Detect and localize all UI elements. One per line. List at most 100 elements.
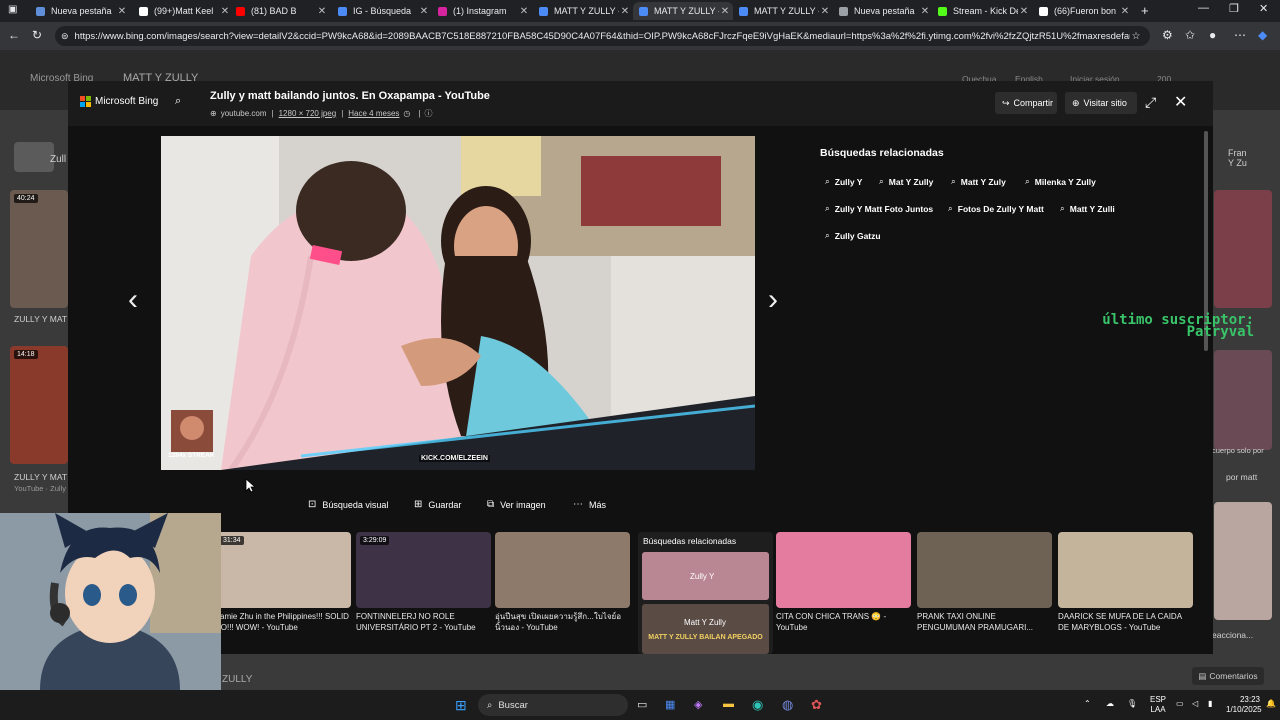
share-button[interactable]: ↪ Compartir [995, 92, 1057, 114]
browser-tab[interactable]: (66)Fueron bon ✕ [1033, 2, 1133, 20]
browser-tab[interactable]: MATT Y ZULLY - ✕ [533, 2, 633, 20]
tab-close-icon[interactable]: ✕ [418, 6, 430, 17]
related-search-chip[interactable]: ⌕ Zully Y Matt Foto Juntos [825, 200, 933, 217]
related-thumbnail[interactable]: 31:34 Jamie Zhu in the Philippines!!! SOL… [216, 532, 351, 633]
tab-close-icon[interactable]: ✕ [316, 6, 328, 17]
copilot-app-icon[interactable]: ◈ [694, 698, 702, 711]
thumbnail-caption[interactable]: FONTINNELERJ NO ROLE UNIVERSITÁRIO PT 2 … [356, 611, 491, 633]
bg-caption[interactable]: ZULLY Y MAT [14, 472, 67, 482]
thumbnail-caption[interactable]: PRANK TAXI ONLINE PENGUMUMAN PRAMUGARI..… [917, 611, 1052, 633]
thumbnail-caption[interactable]: CITA CON CHICA TRANS 😳 - YouTube [776, 611, 911, 633]
thumbnail-image[interactable] [495, 532, 630, 608]
browser-tab[interactable]: Nueva pestaña ✕ [30, 2, 130, 20]
thumbnail-image[interactable]: 3:29:09 [356, 532, 491, 608]
bg-thumb[interactable] [1214, 190, 1272, 308]
bg-caption[interactable]: ZULLY Y MAT [14, 314, 67, 324]
new-tab-button[interactable]: + [1141, 3, 1149, 18]
visit-site-button[interactable]: ⊕ Visitar sitio [1065, 92, 1137, 114]
thumbnail-caption[interactable]: Jamie Zhu in the Philippines!!! SOLID TO… [216, 611, 351, 633]
browser-tab[interactable]: Stream - Kick De ✕ [932, 2, 1032, 20]
tab-close-icon[interactable]: ✕ [719, 6, 731, 17]
edge-icon[interactable]: ◉ [752, 697, 763, 713]
next-arrow-icon[interactable]: › [768, 283, 778, 317]
app-icon[interactable]: ✿ [811, 697, 822, 713]
tab-close-icon[interactable]: ✕ [819, 6, 831, 17]
save-button[interactable]: ⊞ Guardar [414, 499, 461, 510]
network-icon[interactable]: ▭ [1176, 699, 1184, 708]
thumbnail-image[interactable] [776, 532, 911, 608]
feedback-button[interactable]: ▤ Comentarios [1192, 667, 1264, 685]
thumbnail-image[interactable] [1058, 532, 1193, 608]
info-icon[interactable]: ⓘ [424, 108, 432, 119]
browser-tab[interactable]: Nueva pestaña ✕ [833, 2, 933, 20]
related-search-chip[interactable]: ⌕ Zully Gatzu [825, 227, 881, 244]
favorite-star-icon[interactable]: ☆ [1132, 31, 1141, 42]
thumbnail-image[interactable] [917, 532, 1052, 608]
browser-tab[interactable]: MATT Y ZULLY - ✕ [733, 2, 833, 20]
related-search-chip[interactable]: ⌕ Mat Y Zully [879, 173, 933, 190]
tab-close-icon[interactable]: ✕ [1119, 6, 1131, 17]
related-search-chip[interactable]: ⌕ Matt Y Zuly [951, 173, 1006, 190]
tab-close-icon[interactable]: ✕ [919, 6, 931, 17]
browser-tab[interactable]: (81) BAD B ✕ [230, 2, 330, 20]
browser-tab[interactable]: (1) Instagram ✕ [432, 2, 532, 20]
menu-dots-icon[interactable]: ⋯ [1234, 28, 1246, 42]
address-bar[interactable]: ⊜ https://www.bing.com/images/search?vie… [55, 26, 1150, 46]
related-thumbnail[interactable]: DAARICK SE MUFA DE LA CAIDA DE MARYBLOGS… [1058, 532, 1193, 633]
related-search-chip[interactable]: ⌕ Matt Y Zulli [1060, 200, 1115, 217]
related-thumbnail[interactable]: CITA CON CHICA TRANS 😳 - YouTube [776, 532, 911, 633]
related-thumbnail[interactable]: 3:29:09 FONTINNELERJ NO ROLE UNIVERSITÁRI… [356, 532, 491, 633]
tile-image[interactable]: Matt Y Zully MATT Y ZULLY BAILAN APEGADO [642, 604, 769, 654]
image-title[interactable]: Zully y matt bailando juntos. En Oxapamp… [210, 90, 490, 102]
favorites-icon[interactable]: ✩ [1185, 28, 1195, 42]
bg-thumb[interactable] [1214, 350, 1272, 450]
bg-thumb[interactable]: 40:24 [10, 190, 68, 308]
bg-thumb[interactable] [1214, 502, 1272, 620]
image-age[interactable]: Hace 4 meses [348, 109, 399, 118]
bing-logo[interactable]: Microsoft Bing [80, 96, 158, 107]
thumbnail-caption[interactable]: DAARICK SE MUFA DE LA CAIDA DE MARYBLOGS… [1058, 611, 1193, 633]
thumbnail-image[interactable]: 31:34 [216, 532, 351, 608]
clock[interactable]: 23:23 1/10/2025 [1226, 695, 1262, 715]
image-dimensions[interactable]: 1280 × 720 jpeg [279, 109, 337, 118]
volume-icon[interactable]: ◁ [1192, 699, 1198, 708]
thumbnail-caption[interactable]: อุ่นปีนสุข เปิดเผยความรู้สึก...ใบไจย์อนิ… [495, 611, 630, 633]
tab-close-icon[interactable]: ✕ [116, 6, 128, 17]
taskbar-search[interactable]: ⌕ Buscar [478, 694, 628, 716]
windows-start-icon[interactable]: ⊞ [455, 697, 467, 714]
related-search-chip[interactable]: ⌕ Zully Y [825, 173, 862, 190]
microphone-icon[interactable]: 🎙 [1127, 699, 1137, 708]
bg-thumb[interactable]: 14:18 [10, 346, 68, 464]
bg-thumb[interactable] [14, 142, 54, 172]
more-button[interactable]: ⋯ Más [573, 499, 606, 510]
related-search-chip[interactable]: ⌕ Milenka Y Zully [1025, 173, 1096, 190]
related-thumbnail[interactable]: PRANK TAXI ONLINE PENGUMUMAN PRAMUGARI..… [917, 532, 1052, 633]
view-image-button[interactable]: ⧉ Ver imagen [487, 499, 546, 510]
close-window-icon[interactable]: ✕ [1259, 2, 1268, 15]
tab-close-icon[interactable]: ✕ [518, 6, 530, 17]
close-icon[interactable]: ✕ [1174, 92, 1187, 112]
browser-tab[interactable]: MATT Y ZULLY - ✕ [633, 2, 733, 20]
previous-arrow-icon[interactable]: ‹ [128, 283, 138, 317]
tile-image[interactable]: Zully Y [642, 552, 769, 600]
visual-search-button[interactable]: ⊡ Búsqueda visual [308, 499, 388, 510]
minimize-icon[interactable]: — [1198, 2, 1209, 14]
discord-icon[interactable]: ◍ [782, 697, 793, 713]
tray-chevron-icon[interactable]: ⌃ [1084, 699, 1091, 708]
bg-caption[interactable]: eacciona... [1212, 630, 1253, 640]
browser-tab[interactable]: IG - Búsqueda ✕ [332, 2, 432, 20]
expand-icon[interactable]: ⤢ [1145, 94, 1156, 111]
file-explorer-icon[interactable]: ▬ [723, 698, 734, 710]
bg-caption[interactable]: por matt [1226, 472, 1257, 482]
main-image[interactable]: 1284x STREAK KICK.COM/ELZEEIN [161, 136, 755, 470]
reload-icon[interactable]: ↻ [32, 28, 42, 42]
back-icon[interactable]: ← [8, 28, 20, 42]
restore-icon[interactable]: ❐ [1229, 2, 1239, 15]
related-searches-tile[interactable]: Búsquedas relacionadas Zully Y Matt Y Zu… [638, 532, 773, 654]
battery-icon[interactable]: ▮ [1208, 699, 1212, 708]
extensions-icon[interactable]: ⚙ [1162, 28, 1173, 42]
notification-icon[interactable]: 🔔 [1266, 699, 1276, 708]
onedrive-icon[interactable]: ☁ [1106, 699, 1114, 708]
browser-tab[interactable]: (99+)Matt Keel ✕ [133, 2, 233, 20]
site-info-icon[interactable]: ⊜ [61, 31, 69, 42]
